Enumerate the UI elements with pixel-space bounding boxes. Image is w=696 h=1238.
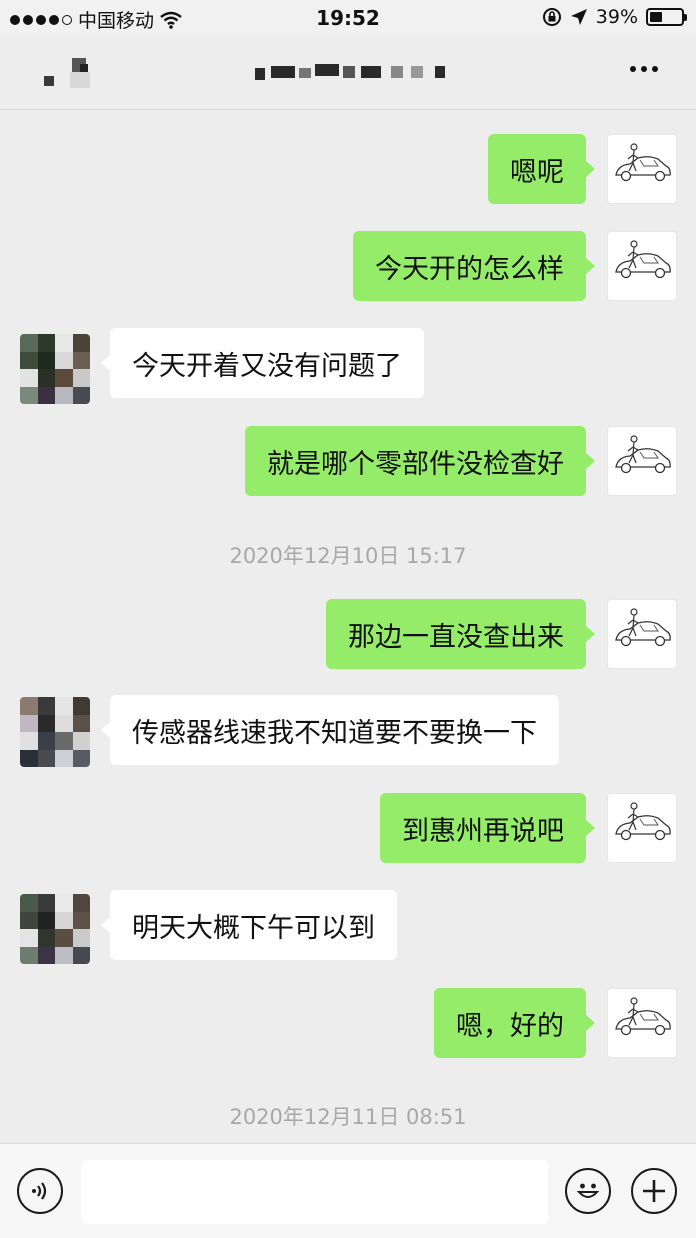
car-drawing-icon — [615, 240, 671, 279]
my-avatar[interactable] — [607, 231, 677, 301]
back-icon[interactable] — [40, 58, 100, 92]
status-right: 39% — [542, 6, 687, 28]
battery-icon — [646, 8, 687, 26]
car-drawing-icon — [615, 143, 671, 182]
message-timestamp: 2020年12月11日 08:51 — [229, 1105, 467, 1129]
voice-waves-icon — [32, 1182, 47, 1200]
battery-percent: 39% — [595, 6, 638, 28]
message-bubble-sent[interactable]: 今天开的怎么样 — [353, 231, 595, 301]
my-avatar[interactable] — [607, 426, 677, 496]
message-bubble-sent[interactable]: 那边一直没查出来 — [326, 599, 595, 669]
my-avatar[interactable] — [607, 793, 677, 863]
message-bubble-sent[interactable]: 嗯，好的 — [434, 988, 595, 1058]
car-drawing-icon — [615, 435, 671, 474]
chat-title-obscured — [255, 64, 455, 86]
car-drawing-icon — [615, 802, 671, 841]
message-bubble-sent[interactable]: 就是哪个零部件没检查好 — [245, 426, 595, 496]
contact-avatar[interactable] — [20, 894, 90, 964]
contact-avatar[interactable] — [20, 334, 90, 404]
status-bar: 中国移动 19:52 39% — [0, 0, 696, 36]
my-avatar[interactable] — [607, 988, 677, 1058]
message-input[interactable] — [81, 1160, 548, 1224]
emoji-icon[interactable] — [565, 1168, 611, 1214]
contact-avatar[interactable] — [20, 697, 90, 767]
chat-header — [0, 36, 696, 110]
my-avatar[interactable] — [607, 134, 677, 204]
message-bubble-received[interactable]: 今天开着又没有问题了 — [101, 328, 424, 398]
battery-level — [650, 12, 662, 22]
message-bubble-received[interactable]: 明天大概下午可以到 — [101, 890, 397, 960]
my-avatar[interactable] — [607, 599, 677, 669]
car-drawing-icon — [615, 997, 671, 1036]
voice-icon[interactable] — [17, 1168, 63, 1214]
input-bar — [0, 1143, 696, 1238]
rotation-lock-icon — [542, 8, 561, 26]
car-drawing-icon — [615, 608, 671, 647]
message-bubble-sent[interactable]: 嗯呢 — [488, 134, 595, 204]
message-timestamp: 2020年12月10日 15:17 — [229, 544, 467, 568]
message-bubble-received[interactable]: 传感器线速我不知道要不要换一下 — [101, 695, 559, 765]
add-icon — [643, 1180, 665, 1202]
location-arrow-icon — [570, 9, 587, 25]
more-icon[interactable] — [630, 66, 658, 72]
plus-icon[interactable] — [631, 1168, 677, 1214]
smiley-face-icon — [576, 1183, 600, 1198]
message-bubble-sent[interactable]: 到惠州再说吧 — [380, 793, 595, 863]
